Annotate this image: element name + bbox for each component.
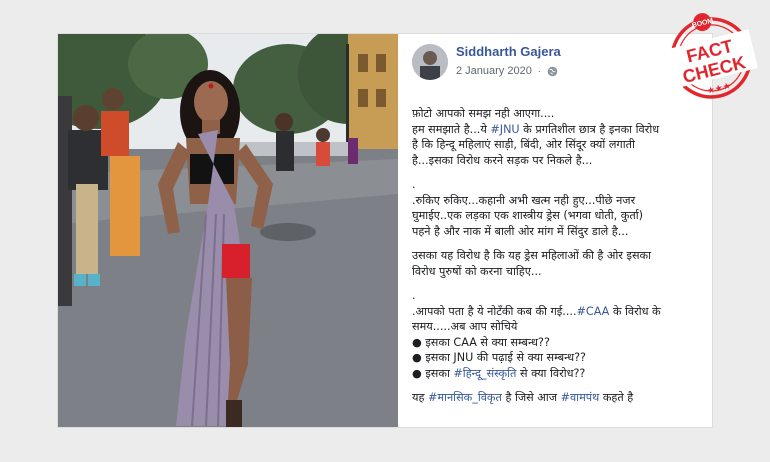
post-text-segment: समय.....अब आप सोचिये (412, 320, 518, 333)
post-text-segment: ● इसका (412, 366, 454, 380)
post-line: है...इसका विरोध करने सड़क पर निकले है... (412, 153, 708, 169)
post-text-segment: के विरोध के (609, 304, 661, 318)
post-text: फ़ोटो आपको समझ नही आएगा.... हम समझाते है.… (412, 106, 708, 406)
post-photo (58, 34, 398, 427)
hashtag-link[interactable]: #हिन्दू_संस्कृति (453, 367, 516, 380)
post-line: उसका यह विरोध है कि यह ड्रेस महिलाओं की … (412, 248, 708, 264)
post-text-segment: है कि हिन्दू महिलाएं साड़ी, बिंदी, ओर सि… (412, 138, 635, 151)
post-line: हम समझाते है...ये #JNU के प्रगतिशील छात्… (412, 122, 708, 138)
hashtag-link[interactable]: #वामपंथ (561, 391, 600, 404)
post-text-segment: के प्रगतिशील छात्र है इनका विरोध (519, 122, 660, 136)
author-avatar[interactable] (412, 44, 448, 80)
post-line: घुमाईए..एक लड़का एक शास्त्रीय ड्रेस (भगव… (412, 208, 708, 224)
post-line: यह #मानसिक_विकृत है जिसे आज #वामपंथ कहते… (412, 390, 708, 406)
post-text-segment: .रुकिए रुकिए...कहानी अभी खत्म नही हुए...… (412, 193, 636, 207)
post-line: समय.....अब आप सोचिये (412, 319, 708, 335)
post-line: है कि हिन्दू महिलाएं साड़ी, बिंदी, ओर सि… (412, 137, 708, 153)
post-text-segment: विरोध पुरुषों को करना चाहिए... (412, 264, 542, 278)
post-line: पहने है और नाक में बाली ओर मांग में सिंद… (412, 224, 708, 240)
post-meta: 2 January 2020 · (456, 65, 558, 77)
post-date[interactable]: 2 January 2020 (456, 65, 532, 77)
post-text-segment: . (412, 178, 416, 191)
post-text-segment: फ़ोटो आपको समझ नही आएगा.... (412, 107, 555, 120)
post-text-segment: है...इसका विरोध करने सड़क पर निकले है... (412, 153, 593, 167)
author-name[interactable]: Siddharth Gajera (456, 44, 561, 59)
post-line: .रुकिए रुकिए...कहानी अभी खत्म नही हुए...… (412, 193, 708, 209)
post-text-segment: से क्या विरोध?? (516, 366, 586, 380)
post-line: फ़ोटो आपको समझ नही आएगा.... (412, 106, 708, 122)
post-line: . (412, 177, 708, 193)
post-line: ● इसका #हिन्दू_संस्कृति से क्या विरोध?? (412, 366, 708, 382)
post-text-segment: कहते है (599, 391, 634, 404)
post-text-segment: यह (412, 391, 428, 404)
meta-separator: · (537, 66, 541, 76)
post-line: .आपको पता है ये नोटँकी कब की गई....#CAA … (412, 304, 708, 320)
post-line: विरोध पुरुषों को करना चाहिए... (412, 264, 708, 280)
post-text-segment: है जिसे आज (501, 391, 561, 404)
post-text-segment: उसका यह विरोध है कि यह ड्रेस महिलाओं की … (412, 249, 652, 262)
post-text-segment: ● इसका JNU की पढ़ाई से क्या सम्बन्ध?? (412, 351, 586, 364)
hashtag-link[interactable]: #मानसिक_विकृत (428, 391, 502, 404)
post-text-segment: हम समझाते है...ये (412, 122, 491, 136)
post-line: ● इसका JNU की पढ़ाई से क्या सम्बन्ध?? (412, 350, 708, 366)
post-text-segment: घुमाईए..एक लड़का एक शास्त्रीय ड्रेस (भगव… (412, 209, 643, 222)
post-text-segment: पहने है और नाक में बाली ओर मांग में सिंद… (412, 224, 629, 238)
globe-icon (547, 66, 558, 77)
post-text-segment: .आपको पता है ये नोटँकी कब की गई.... (412, 304, 577, 318)
hashtag-link[interactable]: #JNU (490, 123, 519, 136)
post-text-segment: . (412, 289, 416, 302)
post-line: ● इसका CAA से क्या सम्बन्ध?? (412, 335, 708, 351)
post-text-segment: ● इसका CAA से क्या सम्बन्ध?? (412, 335, 550, 349)
fact-check-image-frame: Siddharth Gajera 2 January 2020 · फ़ोटो … (58, 34, 712, 427)
hashtag-link[interactable]: #CAA (577, 305, 610, 318)
post-line: . (412, 288, 708, 304)
fact-check-stamp: BOOM FACT CHECK ★★★ (664, 13, 759, 99)
